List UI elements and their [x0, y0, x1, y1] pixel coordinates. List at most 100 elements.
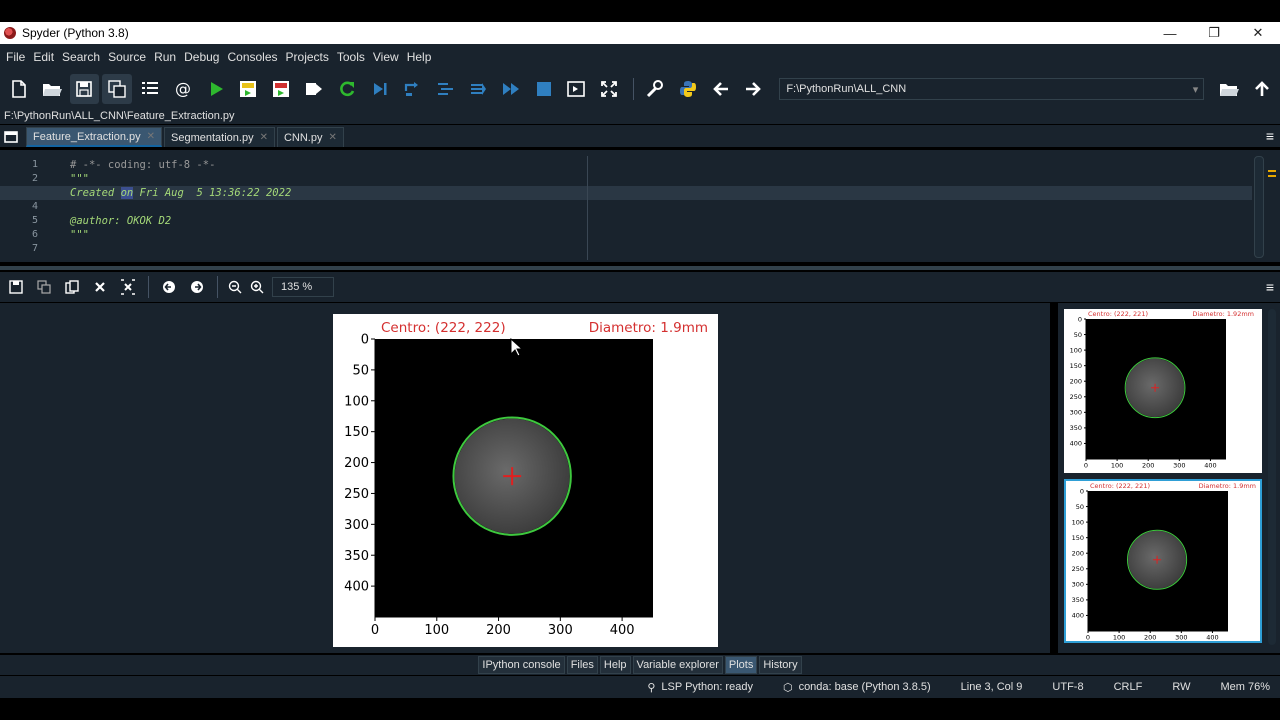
browse-folder-icon[interactable] — [1214, 74, 1244, 104]
x-tick-label: 100 — [1111, 462, 1123, 470]
run-selection-icon[interactable] — [299, 74, 329, 104]
chevron-down-icon[interactable]: ▾ — [1187, 83, 1203, 96]
tab-ipython-console[interactable]: IPython console — [478, 656, 565, 674]
menu-search[interactable]: Search — [58, 50, 104, 64]
continue-icon[interactable] — [463, 74, 493, 104]
new-file-icon[interactable] — [4, 74, 34, 104]
code-line[interactable] — [70, 242, 1248, 256]
zoom-level-field[interactable]: 135 % — [272, 277, 334, 297]
maximize-pane-icon[interactable] — [562, 74, 592, 104]
browse-tabs-icon[interactable] — [0, 127, 22, 147]
run-cell-advance-icon[interactable] — [266, 74, 296, 104]
menu-file[interactable]: File — [2, 50, 29, 64]
step-icon[interactable] — [365, 74, 395, 104]
step-return-icon[interactable] — [430, 74, 460, 104]
code-lines[interactable]: # -*- coding: utf-8 -*- """ Created on F… — [0, 158, 1252, 256]
at-icon[interactable]: @ — [168, 74, 198, 104]
tab-label: Feature_Extraction.py — [33, 130, 141, 143]
docstring-text: Fri Aug 5 13:36:22 2022 — [133, 187, 292, 199]
rerun-icon[interactable] — [332, 74, 362, 104]
code-line[interactable]: """ — [70, 172, 1248, 186]
editor-file-path: F:\PythonRun\ALL_CNN\Feature_Extraction.… — [0, 108, 1280, 124]
menu-help[interactable]: Help — [403, 50, 436, 64]
copy-plot-icon[interactable] — [58, 275, 86, 299]
toolbar-separator — [217, 276, 218, 298]
parent-directory-icon[interactable] — [1247, 74, 1277, 104]
tab-label: CNN.py — [283, 131, 323, 144]
fullscreen-icon[interactable] — [594, 74, 624, 104]
editor-options-icon[interactable]: ≡ — [1266, 128, 1274, 144]
code-line-current[interactable]: Created on Fri Aug 5 13:36:22 2022 — [0, 186, 1252, 200]
y-tick-label: 150 — [1072, 534, 1084, 542]
thumbnail-scrollbar[interactable] — [1268, 309, 1276, 645]
menu-run[interactable]: Run — [150, 50, 180, 64]
code-line[interactable]: @author: OKOK D2 — [70, 214, 1248, 228]
fast-forward-icon[interactable] — [496, 74, 526, 104]
code-editor[interactable]: 1 2 3 4 5 6 7 # -*- coding: utf-8 -*- ""… — [0, 150, 1280, 262]
menu-tools[interactable]: Tools — [333, 50, 369, 64]
previous-plot-icon[interactable] — [155, 275, 183, 299]
menu-source[interactable]: Source — [104, 50, 150, 64]
conda-status-text: conda: base (Python 3.8.5) — [798, 681, 931, 693]
close-tab-icon[interactable]: ✕ — [147, 131, 155, 142]
run-cell-icon[interactable] — [234, 74, 264, 104]
stop-icon[interactable] — [529, 74, 559, 104]
plot-thumbnail[interactable]: Centro: (222, 221) Diametro: 1.92mm 0 50 100… — [1064, 309, 1262, 473]
code-line[interactable]: # -*- coding: utf-8 -*- — [70, 158, 1248, 172]
tab-help[interactable]: Help — [599, 656, 631, 674]
next-plot-icon[interactable] — [183, 275, 211, 299]
outline-icon[interactable] — [135, 74, 165, 104]
open-file-icon[interactable] — [37, 74, 67, 104]
y-tick-label: 250 — [1070, 393, 1082, 401]
tab-cnn[interactable]: CNN.py ✕ — [276, 127, 344, 147]
plot-title-right: Diametro: 1.9mm — [1199, 482, 1256, 490]
minimize-button[interactable]: — — [1148, 22, 1192, 44]
tab-feature-extraction[interactable]: Feature_Extraction.py ✕ — [26, 127, 163, 147]
tab-plots[interactable]: Plots — [724, 656, 758, 674]
tab-segmentation[interactable]: Segmentation.py ✕ — [164, 127, 275, 147]
forward-icon[interactable] — [739, 74, 769, 104]
tab-history[interactable]: History — [759, 656, 802, 674]
plot-viewer[interactable]: Centro: (222, 222) Diametro: 1.9mm 0 50 100 1… — [0, 303, 1050, 653]
menu-edit[interactable]: Edit — [29, 50, 58, 64]
close-button[interactable]: ✕ — [1236, 22, 1280, 44]
editor-scrollbar[interactable] — [1254, 156, 1264, 258]
save-icon[interactable] — [69, 74, 100, 104]
close-tab-icon[interactable]: ✕ — [328, 132, 336, 143]
tab-files[interactable]: Files — [566, 656, 598, 674]
remove-all-plots-icon[interactable] — [114, 275, 142, 299]
save-all-plots-icon[interactable] — [30, 275, 58, 299]
code-line[interactable] — [70, 200, 1248, 214]
save-plot-icon[interactable] — [2, 275, 30, 299]
zoom-in-icon[interactable] — [246, 275, 268, 299]
letterbox-top — [0, 0, 1280, 22]
plots-options-icon[interactable]: ≡ — [1266, 279, 1274, 295]
back-icon[interactable] — [706, 74, 736, 104]
working-directory-combo[interactable]: F:\PythonRun\ALL_CNN ▾ — [779, 78, 1205, 100]
menu-debug[interactable]: Debug — [180, 50, 223, 64]
zoom-out-icon[interactable] — [224, 275, 246, 299]
line-number: 7 — [31, 243, 38, 254]
working-directory-text: F:\PythonRun\ALL_CNN — [786, 83, 907, 95]
menu-consoles[interactable]: Consoles — [223, 50, 281, 64]
menu-projects[interactable]: Projects — [282, 50, 333, 64]
remove-plot-icon[interactable] — [86, 275, 114, 299]
menu-view[interactable]: View — [369, 50, 403, 64]
restore-button[interactable]: ❐ — [1192, 22, 1236, 44]
main-plot-figure[interactable]: Centro: (222, 222) Diametro: 1.9mm 0 50 100 1… — [333, 314, 718, 647]
title-bar: Spyder (Python 3.8) — ❐ ✕ — [0, 22, 1280, 44]
tab-variable-explorer[interactable]: Variable explorer — [632, 656, 723, 674]
step-into-icon[interactable] — [398, 74, 428, 104]
pane-splitter[interactable] — [0, 266, 1280, 270]
y-tick-label: 50 — [352, 363, 369, 378]
python-path-icon[interactable] — [673, 74, 703, 104]
line-number: 5 — [31, 215, 38, 226]
line-number: 2 — [31, 173, 38, 184]
run-icon[interactable] — [201, 74, 231, 104]
lsp-status: ⚲ LSP Python: ready — [647, 681, 753, 694]
code-line[interactable]: """ — [70, 228, 1248, 242]
plot-thumbnail-selected[interactable]: Centro: (222, 221) Diametro: 1.9mm 0 50 100 1… — [1064, 479, 1262, 643]
save-all-icon[interactable] — [102, 74, 133, 104]
preferences-icon[interactable] — [640, 74, 670, 104]
close-tab-icon[interactable]: ✕ — [260, 132, 268, 143]
